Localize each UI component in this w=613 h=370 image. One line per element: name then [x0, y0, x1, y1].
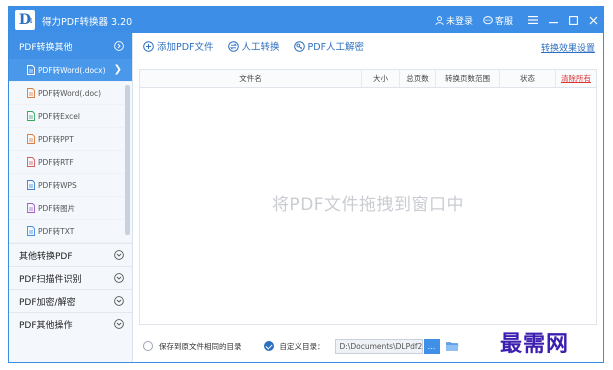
sidebar-subitem-label: PDF转WPS: [38, 180, 77, 190]
app-logo: D ↓: [15, 10, 35, 30]
user-icon: [435, 15, 444, 25]
toolbar: 添加PDF文件 人工转换 PDF人工解密 转换效果设置: [133, 33, 603, 59]
menu-button[interactable]: [523, 7, 543, 33]
column-status[interactable]: 状态: [500, 70, 556, 87]
file-icon: [27, 180, 35, 190]
sidebar-group[interactable]: 其他转换PDF: [9, 243, 132, 266]
sidebar-subitem-label: PDF转TXT: [38, 226, 75, 236]
column-filename[interactable]: 文件名: [140, 70, 362, 87]
add-circle-icon: [143, 40, 154, 52]
file-icon: [27, 226, 35, 236]
custom-dir-radio[interactable]: [263, 341, 274, 351]
chevron-right-icon: ❯: [113, 64, 122, 75]
file-icon: [27, 157, 35, 167]
open-folder-icon[interactable]: [445, 341, 459, 351]
file-icon: [27, 203, 35, 213]
manual-convert-button[interactable]: 人工转换: [227, 39, 280, 53]
sidebar-subitem-label: PDF转Word(.doc): [38, 88, 102, 98]
sidebar-subitem-label: PDF转Excel: [38, 111, 80, 121]
sidebar-group-label: PDF其他操作: [19, 320, 73, 331]
sidebar-scrollbar[interactable]: [125, 85, 130, 235]
sidebar-subitem-label: PDF转PPT: [38, 134, 74, 144]
app-title: 得力PDF转换器 3.20: [42, 17, 133, 28]
drop-hint: 将PDF文件拖拽到窗口中: [271, 195, 465, 215]
app-window: D ↓ 得力PDF转换器 3.20 未登录 客服 PDF转换其他 PDF转Wor…: [8, 6, 604, 363]
sidebar-subitem-label: PDF转RTF: [38, 157, 74, 167]
conversion-effect-settings-link[interactable]: 转换效果设置: [541, 41, 595, 54]
browse-button[interactable]: ...: [423, 338, 440, 354]
sidebar-header-label: PDF转换其他: [19, 42, 73, 53]
file-table[interactable]: 文件名 大小 总页数 转换页数范围 状态 清除所有 将PDF文件拖拽到窗口中: [139, 69, 597, 325]
save-same-dir-label[interactable]: 保存到原文件相同的目录: [159, 341, 242, 352]
main-panel: 添加PDF文件 人工转换 PDF人工解密 转换效果设置 文件名 大小 总页数 转…: [133, 33, 603, 362]
add-pdf-file-button[interactable]: 添加PDF文件: [143, 39, 214, 53]
key-circle-icon: [293, 40, 305, 52]
sidebar-subitem[interactable]: PDF转PPT: [9, 128, 132, 151]
service-label: 客服: [494, 16, 513, 27]
maximize-icon: [568, 15, 578, 25]
table-header: 文件名 大小 总页数 转换页数范围 状态 清除所有: [140, 70, 596, 88]
menu-icon: [528, 16, 538, 24]
manual-decrypt-button[interactable]: PDF人工解密: [293, 39, 365, 53]
sidebar-subitem-label: PDF转Word(.docx): [38, 65, 106, 75]
clear-all-link[interactable]: 清除所有: [556, 70, 596, 87]
sidebar-subitem[interactable]: PDF转RTF: [9, 151, 132, 174]
swap-circle-icon: [227, 40, 239, 52]
chat-icon: [483, 15, 493, 24]
output-path-field[interactable]: D:\Documents\DLPdf2W...: [334, 338, 423, 354]
column-size[interactable]: 大小: [362, 70, 400, 87]
watermark-logo: 最需网: [500, 331, 570, 357]
chevron-down-circle-icon: [114, 250, 124, 260]
sidebar-header-pdf-convert-other[interactable]: PDF转换其他: [9, 33, 132, 59]
sidebar-group-label: PDF加密/解密: [19, 297, 76, 308]
sidebar-group[interactable]: PDF加密/解密: [9, 289, 132, 312]
sidebar: PDF转换其他 PDF转Word(.docx) ❯ PDF转Word(.doc) PD…: [9, 33, 133, 362]
login-label: 未登录: [445, 16, 473, 27]
sidebar-subitem[interactable]: PDF转图片: [9, 197, 132, 220]
column-page-range[interactable]: 转换页数范围: [436, 70, 500, 87]
service-link[interactable]: 客服: [483, 14, 513, 27]
sidebar-subitem[interactable]: PDF转TXT: [9, 220, 132, 243]
sidebar-subitem[interactable]: PDF转Word(.doc): [9, 82, 132, 105]
sidebar-subitem[interactable]: PDF转Excel: [9, 105, 132, 128]
sidebar-subitem-label: PDF转图片: [38, 203, 76, 213]
chevron-down-circle-icon: [114, 296, 124, 306]
file-icon: [27, 134, 35, 144]
minimize-button[interactable]: [543, 7, 563, 33]
sidebar-subitem[interactable]: PDF转WPS: [9, 174, 132, 197]
sidebar-subitem[interactable]: PDF转Word(.docx) ❯: [9, 59, 132, 82]
chevron-right-circle-icon: [114, 41, 124, 51]
sidebar-group[interactable]: PDF扫描件识别: [9, 266, 132, 289]
file-icon: [27, 88, 35, 98]
file-icon: [27, 111, 35, 121]
manual-convert-label: 人工转换: [241, 42, 280, 53]
manual-decrypt-label: PDF人工解密: [307, 42, 365, 53]
login-link[interactable]: 未登录: [435, 14, 473, 27]
custom-dir-label[interactable]: 自定义目录：: [280, 341, 325, 352]
sidebar-group-label: 其他转换PDF: [19, 251, 73, 262]
chevron-down-circle-icon: [114, 273, 124, 283]
sidebar-group-label: PDF扫描件识别: [19, 274, 82, 285]
title-bar: D ↓ 得力PDF转换器 3.20 未登录 客服: [9, 7, 603, 33]
add-pdf-file-label: 添加PDF文件: [157, 42, 214, 53]
file-icon: [27, 65, 35, 75]
close-icon: [589, 16, 597, 24]
sidebar-group[interactable]: PDF其他操作: [9, 312, 132, 335]
chevron-down-circle-icon: [114, 319, 124, 329]
maximize-button[interactable]: [563, 7, 583, 33]
close-button[interactable]: [583, 7, 603, 33]
column-total-pages[interactable]: 总页数: [400, 70, 436, 87]
save-same-dir-radio[interactable]: [143, 341, 153, 351]
minimize-icon: [548, 21, 558, 23]
